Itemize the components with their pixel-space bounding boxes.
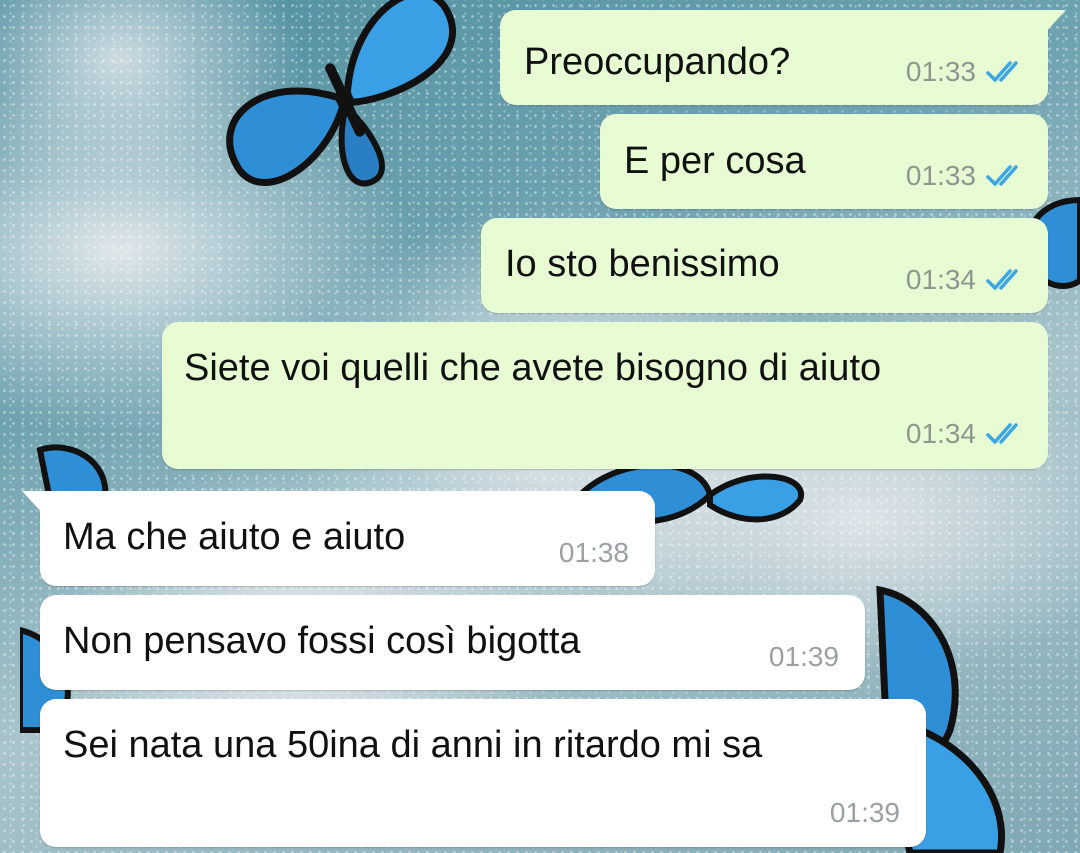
message-text: Ma che aiuto e aiuto xyxy=(63,516,406,558)
double-check-icon xyxy=(986,165,1018,186)
message-bubble-outgoing[interactable]: Io sto benissimo 01:34 xyxy=(481,218,1048,313)
message-text: Preoccupando? xyxy=(524,41,791,83)
double-check-icon xyxy=(986,61,1018,82)
message-text: Sei nata una 50ina di anni in ritardo mi… xyxy=(63,724,763,766)
message-bubble-incoming[interactable]: Sei nata una 50ina di anni in ritardo mi… xyxy=(40,699,926,847)
message-bubble-incoming[interactable]: Ma che aiuto e aiuto 01:38 xyxy=(22,491,655,586)
message-meta: 01:33 xyxy=(906,160,1026,192)
double-check-icon xyxy=(986,269,1018,290)
message-meta: 01:34 xyxy=(906,264,1026,296)
bubble-tail xyxy=(22,491,46,517)
message-bubble-outgoing[interactable]: E per cosa 01:33 xyxy=(600,114,1048,209)
message-bubble-incoming[interactable]: Non pensavo fossi così bigotta 01:39 xyxy=(40,595,865,690)
message-text: Non pensavo fossi così bigotta xyxy=(63,620,581,662)
double-check-icon xyxy=(986,423,1018,444)
message-time: 01:33 xyxy=(905,160,976,191)
message-time: 01:38 xyxy=(558,537,629,568)
message-time: 01:34 xyxy=(905,264,976,295)
message-time: 01:39 xyxy=(829,797,900,828)
message-meta: 01:34 xyxy=(906,418,1026,450)
message-time: 01:39 xyxy=(768,641,839,672)
message-text: Io sto benissimo xyxy=(505,243,780,285)
message-meta: 01:39 xyxy=(769,641,839,673)
message-time: 01:33 xyxy=(905,56,976,87)
message-bubble-outgoing[interactable]: Preoccupando? 01:33 xyxy=(500,10,1066,105)
message-text: Siete voi quelli che avete bisogno di ai… xyxy=(184,347,882,389)
message-bubble-outgoing[interactable]: Siete voi quelli che avete bisogno di ai… xyxy=(162,322,1048,469)
message-meta: 01:33 xyxy=(906,56,1026,88)
butterfly-icon xyxy=(226,0,456,187)
message-meta: 01:39 xyxy=(830,797,900,829)
message-meta: 01:38 xyxy=(559,537,629,569)
message-text: E per cosa xyxy=(624,140,806,182)
message-time: 01:34 xyxy=(905,418,976,449)
bubble-tail xyxy=(1042,10,1066,36)
